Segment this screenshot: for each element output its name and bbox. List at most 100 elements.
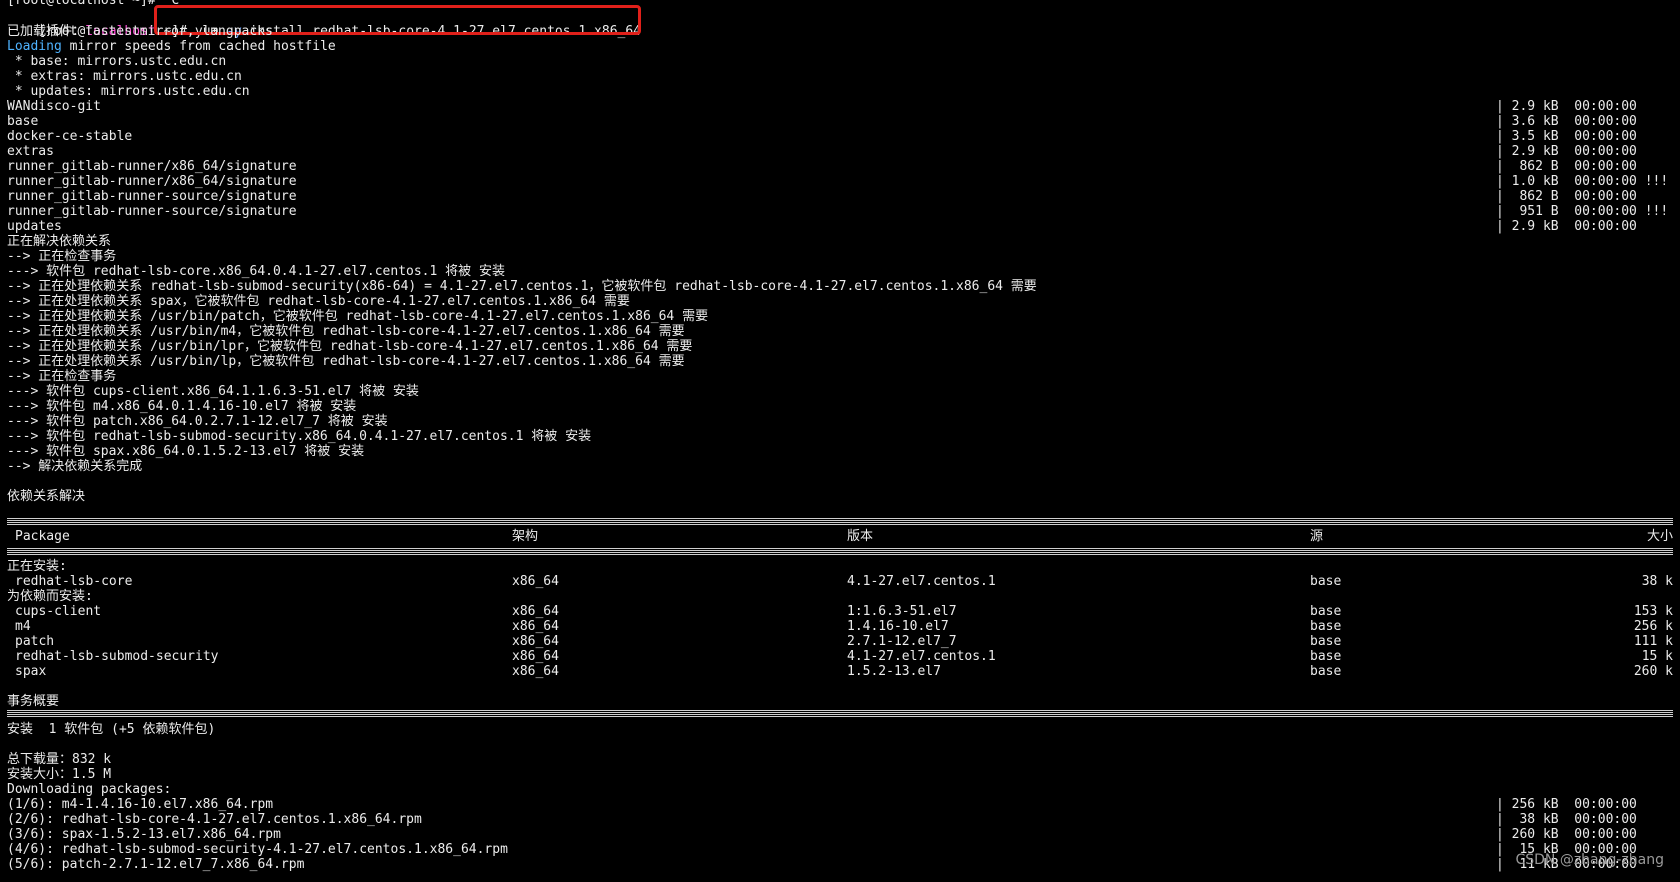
- cell-arch: x86_64: [512, 574, 559, 589]
- table-row: cups-client x86_64 1:1.6.3-51.el7 base 1…: [7, 604, 1673, 619]
- deps-label: 为依赖而安装:: [7, 589, 93, 604]
- download-size: | 260 kB 00:00:00: [1496, 827, 1637, 842]
- resolve-line: ---> 软件包 cups-client.x86_64.1.1.6.3-51.e…: [7, 384, 419, 399]
- separator-double: [7, 548, 1673, 555]
- resolve-line: ---> 软件包 redhat-lsb-core.x86_64.0.4.1-27…: [7, 264, 505, 279]
- cell-package: m4: [15, 619, 31, 634]
- repo-size: | 951 B 00:00:00 !!!: [1496, 204, 1669, 219]
- deps-resolved-heading: 依赖关系解决: [7, 489, 86, 504]
- header-repo: 源: [1310, 529, 1324, 544]
- terminal-window[interactable]: [root@localhost ~]# ^C [root@localhost ~…: [0, 0, 1680, 882]
- cell-size: 153 k: [1633, 604, 1673, 619]
- cell-arch: x86_64: [512, 604, 559, 619]
- cell-repo: base: [1310, 574, 1342, 589]
- resolve-line: ---> 软件包 redhat-lsb-submod-security.x86_…: [7, 429, 592, 444]
- repo-line: runner_gitlab-runner-source/signature | 9…: [7, 204, 1673, 219]
- cell-package: patch: [15, 634, 55, 649]
- cell-package: redhat-lsb-submod-security: [15, 649, 219, 664]
- repo-size: | 862 B 00:00:00: [1496, 189, 1637, 204]
- table-row: redhat-lsb-submod-security x86_64 4.1-27…: [7, 649, 1673, 664]
- cell-arch: x86_64: [512, 619, 559, 634]
- repo-name: runner_gitlab-runner-source/signature: [7, 189, 297, 204]
- summary-title: 事务概要: [7, 694, 60, 709]
- download-line: (4/6): redhat-lsb-submod-security-4.1-27…: [7, 842, 1673, 857]
- mirror-line: * base: mirrors.ustc.edu.cn: [7, 54, 227, 69]
- repo-size: | 862 B 00:00:00: [1496, 159, 1637, 174]
- repo-name: runner_gitlab-runner/x86_64/signature: [7, 174, 297, 189]
- table-row: patch x86_64 2.7.1-12.el7_7 base 111 k: [7, 634, 1673, 649]
- watermark: CSDN @zhang-zhang: [1515, 852, 1664, 868]
- repo-name: docker-ce-stable: [7, 129, 133, 144]
- download-file: (3/6): spax-1.5.2-13.el7.x86_64.rpm: [7, 827, 281, 842]
- cell-size: 15 k: [1641, 649, 1673, 664]
- resolve-line: 正在解决依赖关系: [7, 234, 112, 249]
- cell-package: spax: [15, 664, 47, 679]
- cell-arch: x86_64: [512, 664, 559, 679]
- table-row: spax x86_64 1.5.2-13.el7 base 260 k: [7, 664, 1673, 679]
- resolve-line: --> 正在处理依赖关系 /usr/bin/m4，它被软件包 redhat-ls…: [7, 324, 685, 339]
- cell-size: 111 k: [1633, 634, 1673, 649]
- cell-repo: base: [1310, 619, 1342, 634]
- loading-word: Loading: [7, 39, 62, 54]
- repo-line: extras | 2.9 kB 00:00:00: [7, 144, 1673, 159]
- repo-size: | 2.9 kB 00:00:00: [1496, 219, 1637, 234]
- cell-version: 4.1-27.el7.centos.1: [847, 649, 996, 664]
- mirror-line: * extras: mirrors.ustc.edu.cn: [7, 69, 242, 84]
- cell-arch: x86_64: [512, 634, 559, 649]
- resolve-line: ---> 软件包 patch.x86_64.0.2.7.1-12.el7_7 将…: [7, 414, 388, 429]
- repo-line: runner_gitlab-runner/x86_64/signature | 8…: [7, 159, 1673, 174]
- table-row: m4 x86_64 1.4.16-10.el7 base 256 k: [7, 619, 1673, 634]
- repo-line: base | 3.6 kB 00:00:00: [7, 114, 1673, 129]
- downloading-label: Downloading packages:: [7, 782, 172, 797]
- plugins-line: 已加载插件：fastestmirror, langpacks: [7, 24, 273, 39]
- download-line: (2/6): redhat-lsb-core-4.1-27.el7.centos…: [7, 812, 1673, 827]
- download-size: | 256 kB 00:00:00: [1496, 797, 1637, 812]
- resolve-line: ---> 软件包 m4.x86_64.0.1.4.16-10.el7 将被 安装: [7, 399, 357, 414]
- cell-version: 2.7.1-12.el7_7: [847, 634, 957, 649]
- download-line: (5/6): patch-2.7.1-12.el7_7.x86_64.rpm | …: [7, 857, 1673, 872]
- download-total: 总下载量：832 k: [7, 752, 112, 767]
- download-file: (2/6): redhat-lsb-core-4.1-27.el7.centos…: [7, 812, 422, 827]
- cell-size: 256 k: [1633, 619, 1673, 634]
- repo-line: runner_gitlab-runner/x86_64/signature | 1…: [7, 174, 1673, 189]
- cell-package: cups-client: [15, 604, 102, 619]
- resolve-line: --> 正在处理依赖关系 /usr/bin/lpr，它被软件包 redhat-l…: [7, 339, 693, 354]
- cell-version: 1.5.2-13.el7: [847, 664, 941, 679]
- download-file: (4/6): redhat-lsb-submod-security-4.1-27…: [7, 842, 508, 857]
- loading-rest: mirror speeds from cached hostfile: [61, 39, 336, 54]
- repo-size: | 1.0 kB 00:00:00 !!!: [1496, 174, 1669, 189]
- cell-version: 1.4.16-10.el7: [847, 619, 949, 634]
- resolve-line: --> 正在检查事务: [7, 249, 117, 264]
- repo-size: | 3.6 kB 00:00:00: [1496, 114, 1637, 129]
- loading-line: Loading mirror speeds from cached hostfi…: [7, 39, 1673, 54]
- header-arch: 架构: [512, 529, 539, 544]
- separator-double: [7, 518, 1673, 525]
- cell-arch: x86_64: [512, 649, 559, 664]
- repo-name: runner_gitlab-runner/x86_64/signature: [7, 159, 297, 174]
- repo-name: updates: [7, 219, 62, 234]
- download-size: | 38 kB 00:00:00: [1496, 812, 1637, 827]
- install-size: 安装大小：1.5 M: [7, 767, 112, 782]
- cell-repo: base: [1310, 634, 1342, 649]
- resolve-line: --> 正在处理依赖关系 /usr/bin/lp，它被软件包 redhat-ls…: [7, 354, 685, 369]
- repo-line: runner_gitlab-runner-source/signature | 8…: [7, 189, 1673, 204]
- repo-line: updates | 2.9 kB 00:00:00: [7, 219, 1673, 234]
- header-package: Package: [15, 529, 70, 544]
- resolve-line: --> 正在处理依赖关系 redhat-lsb-submod-security(…: [7, 279, 1037, 294]
- resolve-line: ---> 软件包 spax.x86_64.0.1.5.2-13.el7 将被 安…: [7, 444, 365, 459]
- summary-install-line: 安装 1 软件包 (+5 依赖软件包): [7, 722, 216, 737]
- table-row: redhat-lsb-core x86_64 4.1-27.el7.centos…: [7, 574, 1673, 589]
- repo-name: WANdisco-git: [7, 99, 101, 114]
- repo-name: runner_gitlab-runner-source/signature: [7, 204, 297, 219]
- download-file: (5/6): patch-2.7.1-12.el7_7.x86_64.rpm: [7, 857, 305, 872]
- resolve-line: --> 正在处理依赖关系 spax，它被软件包 redhat-lsb-core-…: [7, 294, 630, 309]
- resolve-line: --> 正在处理依赖关系 /usr/bin/patch，它被软件包 redhat…: [7, 309, 709, 324]
- resolve-line: --> 正在检查事务: [7, 369, 117, 384]
- separator-double: [7, 710, 1673, 717]
- download-line: (1/6): m4-1.4.16-10.el7.x86_64.rpm | 256 …: [7, 797, 1673, 812]
- header-size: 大小: [1646, 529, 1673, 544]
- repo-size: | 3.5 kB 00:00:00: [1496, 129, 1637, 144]
- download-file: (1/6): m4-1.4.16-10.el7.x86_64.rpm: [7, 797, 274, 812]
- header-version: 版本: [847, 529, 874, 544]
- repo-size: | 2.9 kB 00:00:00: [1496, 144, 1637, 159]
